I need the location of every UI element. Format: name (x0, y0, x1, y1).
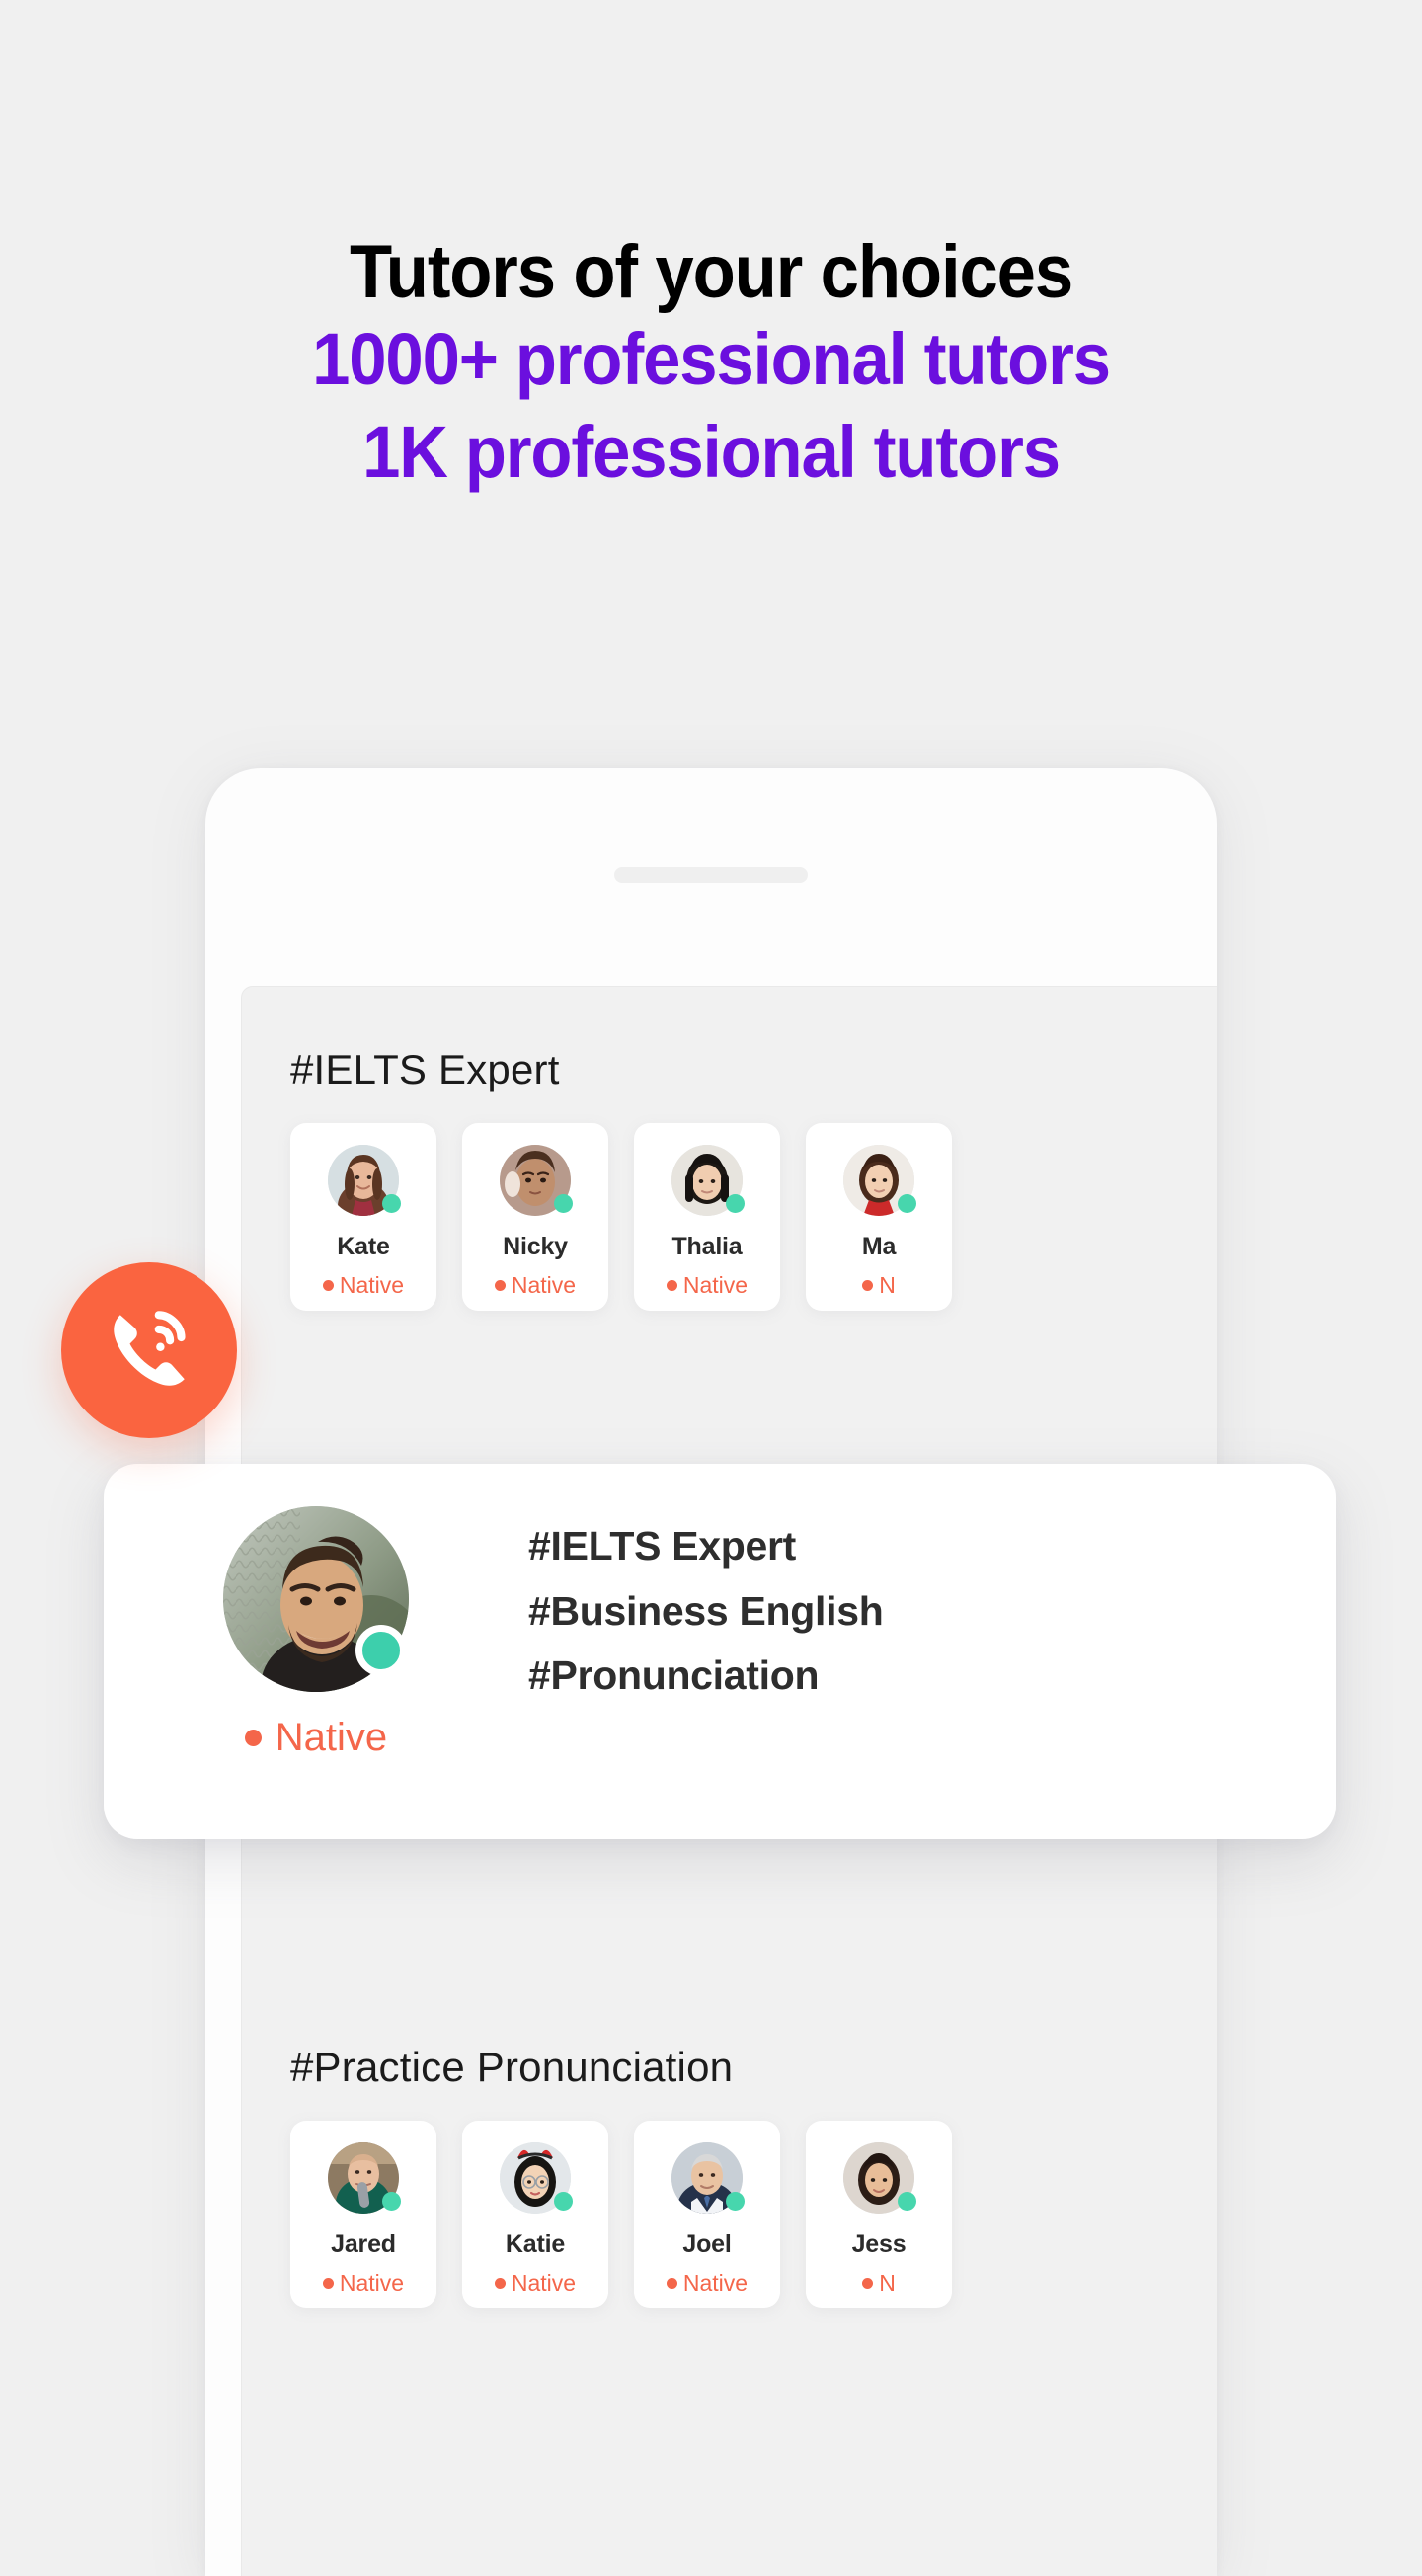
call-button[interactable] (61, 1262, 237, 1438)
status-bullet-icon (666, 1280, 677, 1291)
status-bullet-icon (862, 1280, 874, 1291)
tutor-name: Kate (337, 1233, 390, 1260)
avatar-wrap (843, 2142, 916, 2214)
avatar-wrap (223, 1506, 409, 1692)
avatar-wrap (328, 2142, 401, 2214)
tutor-tag[interactable]: #Pronunciation (528, 1649, 883, 1703)
tutor-card[interactable]: Nicky Native (462, 1123, 608, 1311)
status-bullet-icon (322, 2278, 334, 2289)
featured-tutor-card[interactable]: Native #IELTS Expert #Business English #… (104, 1464, 1336, 1839)
status-bullet-icon (244, 1730, 262, 1746)
phone-speaker-grille (614, 867, 808, 883)
avatar-wrap (843, 1145, 916, 1216)
headline-main: Tutors of your choices (349, 230, 1073, 314)
tutor-status-label: N (879, 2270, 896, 2295)
avatar-wrap (672, 1145, 745, 1216)
online-status-dot (898, 2192, 916, 2211)
status-bullet-icon (494, 2278, 506, 2289)
tutor-card[interactable]: Jared Native (290, 2121, 436, 2308)
tutor-name: Thalia (672, 1233, 743, 1260)
online-status-dot (382, 2192, 401, 2211)
online-status-dot (726, 1194, 745, 1213)
featured-tutor-profile: Native (104, 1464, 528, 1760)
headline-block: Tutors of your choices 1000+ professiona… (0, 230, 1422, 500)
tutor-status: Native (322, 1272, 405, 1299)
tutor-status: Native (322, 2270, 405, 2296)
tutor-card[interactable]: Joel Native (634, 2121, 780, 2308)
featured-tutor-status-label: Native (275, 1716, 388, 1759)
tutor-card[interactable]: Ma N (806, 1123, 952, 1311)
online-status-dot (554, 2192, 573, 2211)
tutor-status-label: Native (511, 1272, 577, 1298)
tutor-status: Native (494, 1272, 577, 1299)
tutor-status-label: Native (511, 2270, 577, 2295)
section-ielts-expert: #IELTS Expert Kate Native Nicky Native T… (242, 1046, 1217, 1311)
tutor-status-label: Native (339, 2270, 405, 2295)
tutor-status: Native (494, 2270, 577, 2296)
tutor-status-label: Native (682, 2270, 749, 2295)
avatar-wrap (500, 1145, 573, 1216)
avatar-wrap (500, 2142, 573, 2214)
headline-sub-1: 1000+ professional tutors (312, 317, 1111, 400)
tutor-card-row[interactable]: Kate Native Nicky Native Thalia Native M… (242, 1123, 1217, 1311)
featured-tutor-tags: #IELTS Expert #Business English #Pronunc… (528, 1464, 884, 1703)
tutor-status: N (862, 1272, 896, 1299)
section-practice-pronunciation: #Practice Pronunciation Jared Native Kat… (242, 2044, 1217, 2308)
status-bullet-icon (862, 2278, 874, 2289)
tutor-status: Native (666, 1272, 749, 1299)
tutor-status-label: Native (682, 1272, 749, 1298)
avatar-wrap (328, 1145, 401, 1216)
tutor-tag[interactable]: #Business English (528, 1584, 884, 1639)
online-status-dot (554, 1194, 573, 1213)
online-status-dot (898, 1194, 916, 1213)
section-title: #Practice Pronunciation (290, 2044, 734, 2090)
status-bullet-icon (322, 1280, 334, 1291)
tutor-name: Nicky (503, 1233, 568, 1260)
tutor-status-label: N (879, 1272, 896, 1298)
tutor-name: Katie (505, 2230, 566, 2258)
tutor-name: Joel (682, 2230, 732, 2258)
avatar-wrap (672, 2142, 745, 2214)
tutor-name: Jess (851, 2230, 907, 2258)
online-status-dot (382, 1194, 401, 1213)
tutor-card[interactable]: Thalia Native (634, 1123, 780, 1311)
status-bullet-icon (494, 1280, 506, 1291)
online-status-dot (726, 2192, 745, 2211)
tutor-status: N (862, 2270, 896, 2296)
phone-call-icon (114, 1311, 186, 1386)
featured-tutor-status: Native (244, 1716, 388, 1760)
tutor-status-label: Native (339, 1272, 405, 1298)
section-title: #IELTS Expert (290, 1046, 560, 1092)
tutor-name: Ma (861, 1233, 897, 1260)
tutor-card-row[interactable]: Jared Native Katie Native Joel Native Je… (242, 2121, 1217, 2308)
tutor-name: Jared (331, 2230, 396, 2258)
status-bullet-icon (666, 2278, 677, 2289)
tutor-status: Native (666, 2270, 749, 2296)
tutor-card[interactable]: Kate Native (290, 1123, 436, 1311)
tutor-tag[interactable]: #IELTS Expert (528, 1519, 883, 1573)
tutor-card[interactable]: Jess N (806, 2121, 952, 2308)
tutor-card[interactable]: Katie Native (462, 2121, 608, 2308)
online-status-dot (356, 1625, 407, 1676)
headline-sub-2: 1K professional tutors (362, 411, 1061, 494)
